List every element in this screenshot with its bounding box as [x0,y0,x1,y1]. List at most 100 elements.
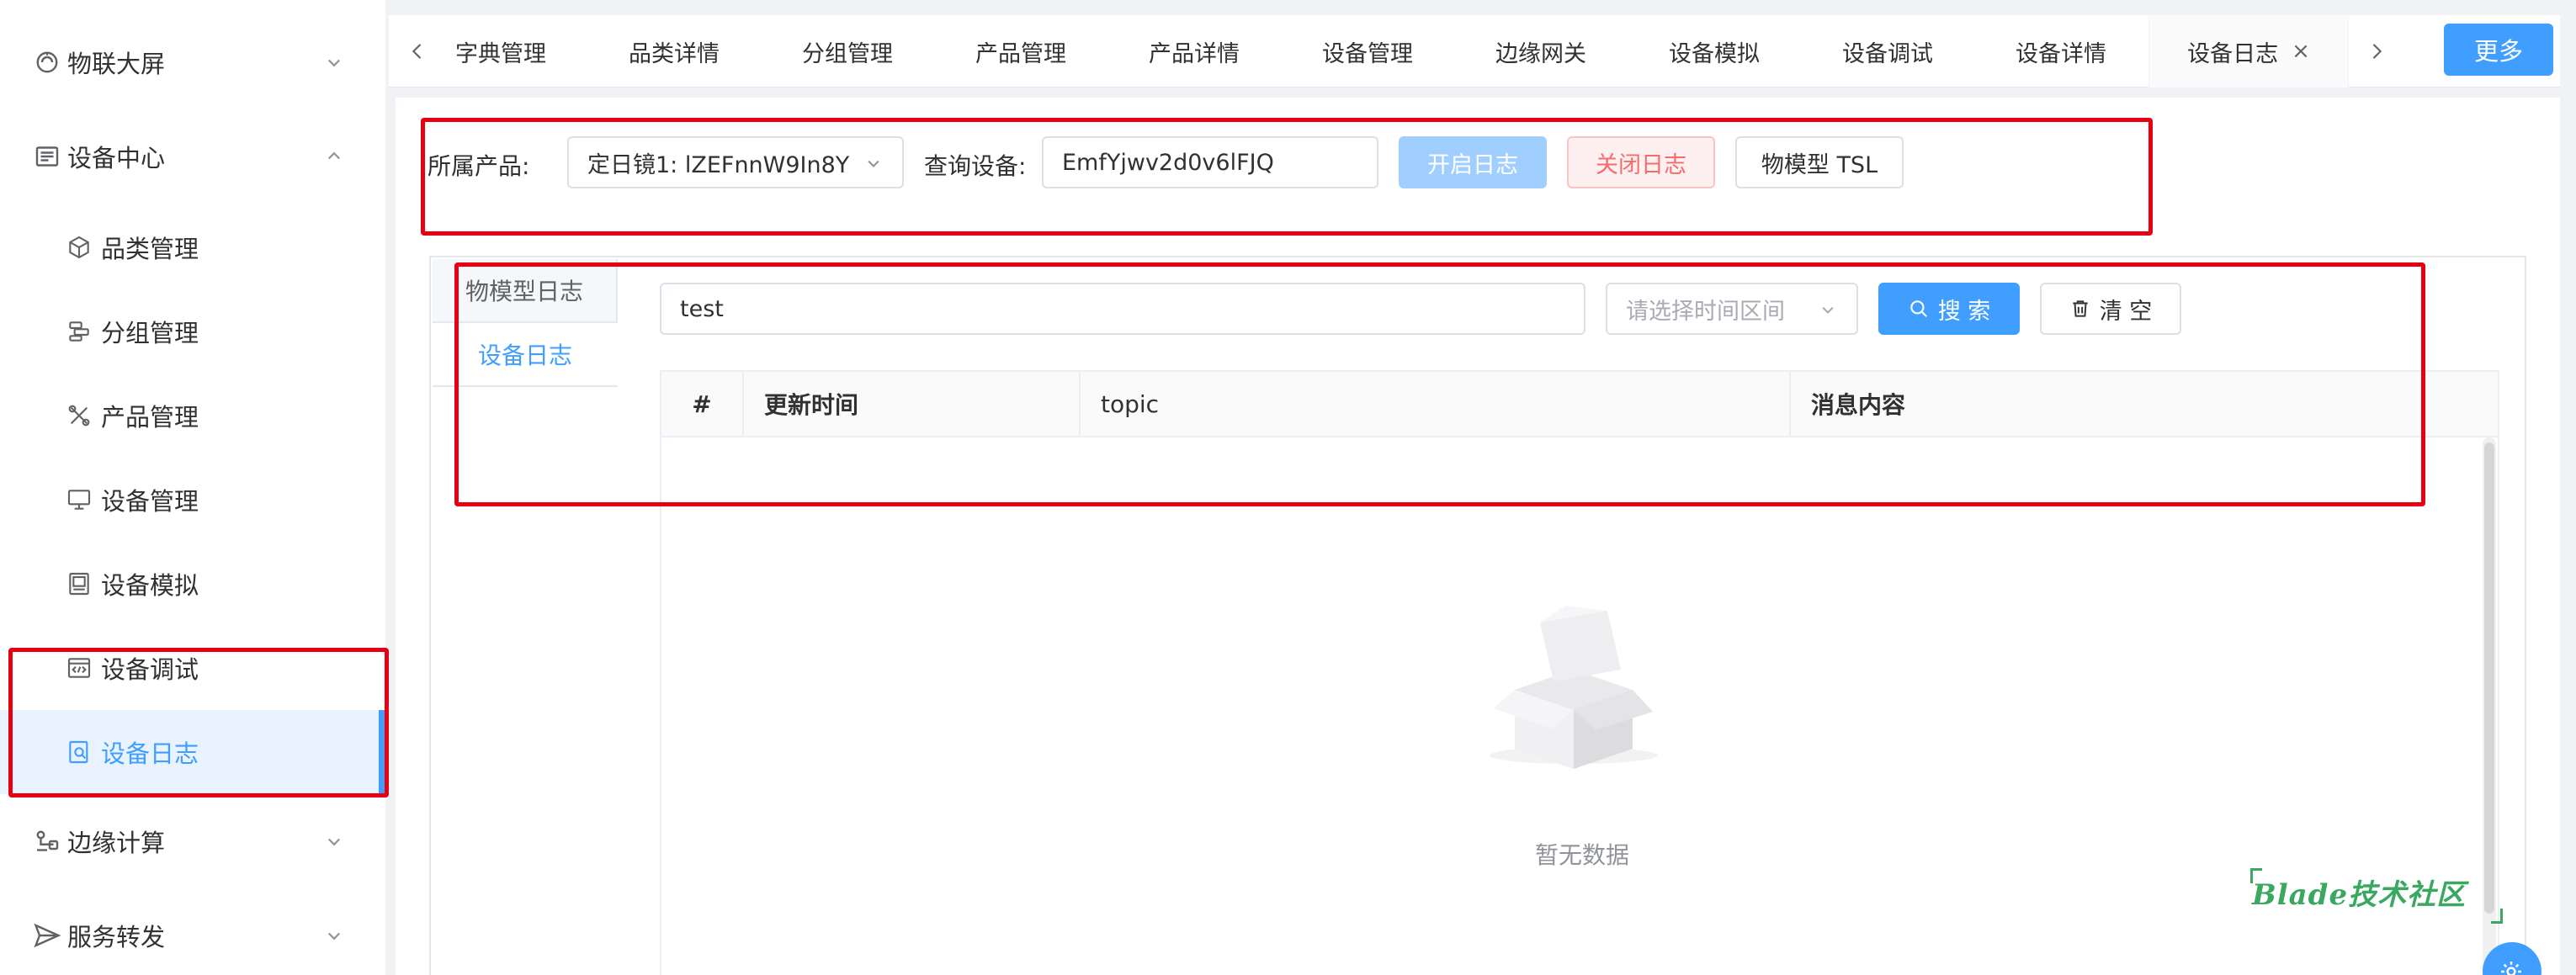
tab-label: 设备日志 [2187,40,2279,67]
chevron-down-icon [1816,298,1840,321]
open-log-button[interactable]: 开启日志 [1399,136,1547,188]
sidebar-item-product[interactable]: 产品管理 [0,374,385,458]
table-scrollbar-thumb[interactable] [2484,442,2494,914]
chevron-left-icon [412,44,422,59]
keyword-input[interactable]: test [660,283,1585,335]
tab-label: 产品详情 [1149,40,1240,67]
tabs-bar: 字典管理 品类详情 分组管理 产品管理 产品详情 设备管理 边缘网关 设备模拟 … [389,15,2560,87]
screen-icon [32,47,62,77]
sidebar-item-label: 设备调试 [101,655,199,684]
edge-icon [32,826,62,856]
app-root: 物联大屏 设备中心 品类管理 分组管理 产品管理 设备管理 设备模拟 设备调试 … [0,0,2576,975]
tab-dict[interactable]: 字典管理 [438,15,564,87]
clear-button-label: 清 空 [2099,298,2153,325]
column-header-time: 更新时间 [744,372,1081,436]
monitor-icon [66,486,93,513]
device-input-value: EmfYjwv2d0v6lFJQ [1062,149,1274,176]
product-select[interactable]: 定日镜1: lZEFnnW9In8Y [567,136,904,188]
sidebar-item-label: 设备日志 [101,739,199,768]
tab-label: 设备详情 [2016,40,2106,67]
device-input[interactable]: EmfYjwv2d0v6lFJQ [1042,136,1378,188]
time-range-select[interactable]: 请选择时间区间 [1606,283,1858,335]
menu-group-screen[interactable]: 物联大屏 [0,20,385,104]
menu-group-label: 服务转发 [67,923,166,951]
tab-edge-gateway[interactable]: 边缘网关 [1478,15,1604,87]
menu-group-forward[interactable]: 服务转发 [0,893,385,975]
sidebar-item-device[interactable]: 设备管理 [0,458,385,542]
tab-label: 设备管理 [1322,40,1413,67]
device-label: 查询设备: [924,152,1027,180]
tsl-button[interactable]: 物模型 TSL [1735,136,1904,188]
tab-product[interactable]: 产品管理 [958,15,1084,87]
watermark-bracket [2491,909,2503,924]
tab-category-detail[interactable]: 品类详情 [611,15,737,87]
log-search-icon [66,739,93,766]
chevron-down-icon [862,151,885,175]
chevron-up-icon [321,144,347,169]
chevron-down-icon [321,923,347,948]
sidebar: 物联大屏 设备中心 品类管理 分组管理 产品管理 设备管理 设备模拟 设备调试 … [0,0,385,975]
sidebar-item-debug[interactable]: 设备调试 [0,626,385,710]
time-range-placeholder: 请选择时间区间 [1626,298,1785,325]
watermark-logo: Blade技术社区 [2252,878,2467,912]
column-header-index: # [661,372,744,436]
tab-label: 设备模拟 [1669,40,1760,67]
column-header-content: 消息内容 [1811,391,1906,419]
sidebar-item-log[interactable]: 设备日志 [0,710,385,794]
clear-button[interactable]: 清 空 [2040,283,2181,335]
search-button-label: 搜 索 [1937,298,1991,325]
menu-group-device-center[interactable]: 设备中心 [0,114,385,199]
table-header: # 更新时间 topic 消息内容 [661,372,2498,437]
tab-device-detail[interactable]: 设备详情 [1998,15,2124,87]
sidebar-item-simulate[interactable]: 设备模拟 [0,542,385,626]
sidebar-item-label: 设备管理 [101,487,199,516]
group-icon [66,318,93,345]
chevron-down-icon [321,50,347,75]
film-icon [66,570,93,597]
tabs-scroll-left-button[interactable] [401,15,434,87]
close-log-button[interactable]: 关闭日志 [1567,136,1715,188]
search-icon [1909,300,1927,317]
trash-icon [2073,300,2088,317]
code-icon [66,654,93,681]
chevron-right-icon [2372,44,2382,59]
sidebar-item-category[interactable]: 品类管理 [0,205,385,289]
close-icon[interactable]: × [2292,39,2310,64]
column-header-topic: topic [1081,372,1791,436]
tab-group[interactable]: 分组管理 [784,15,911,87]
tools-icon [66,402,93,429]
tab-label: 产品管理 [975,40,1066,67]
tab-product-detail[interactable]: 产品详情 [1131,15,1257,87]
sidebar-item-label: 品类管理 [101,235,199,263]
empty-text: 暂无数据 [1534,841,1629,869]
menu-group-edge[interactable]: 边缘计算 [0,799,385,883]
chevron-down-icon [321,829,347,854]
menu-group-label: 设备中心 [67,144,166,172]
tab-device-simulate[interactable]: 设备模拟 [1651,15,1777,87]
cube-icon [66,234,93,261]
tab-device-log[interactable]: 设备日志 × [2149,15,2348,87]
keyword-input-value: test [680,295,724,322]
tab-device[interactable]: 设备管理 [1304,15,1431,87]
search-button[interactable]: 搜 索 [1878,283,2020,335]
product-label: 所属产品: [428,152,530,180]
sidebar-item-group[interactable]: 分组管理 [0,289,385,374]
tab-device-log-panel[interactable]: 设备日志 [433,323,618,387]
tab-label: 品类详情 [629,40,720,67]
send-icon [32,920,62,951]
tab-label: 字典管理 [455,40,546,67]
tab-label: 边缘网关 [1495,40,1586,67]
menu-group-label: 边缘计算 [67,829,166,857]
empty-box-icon [1481,589,1666,774]
tab-device-debug[interactable]: 设备调试 [1824,15,1951,87]
device-center-icon [32,141,62,172]
menu-group-label: 物联大屏 [67,50,166,78]
tab-model-log[interactable]: 物模型日志 [433,259,618,323]
more-button[interactable]: 更多 [2444,24,2553,76]
gear-icon [2501,962,2521,975]
product-select-value: 定日镜1: lZEFnnW9In8Y [587,151,850,178]
tabs-scroll-right-button[interactable] [2360,15,2393,87]
sidebar-item-label: 设备模拟 [101,571,199,600]
sidebar-item-label: 产品管理 [101,403,199,432]
tab-label: 分组管理 [802,40,893,67]
